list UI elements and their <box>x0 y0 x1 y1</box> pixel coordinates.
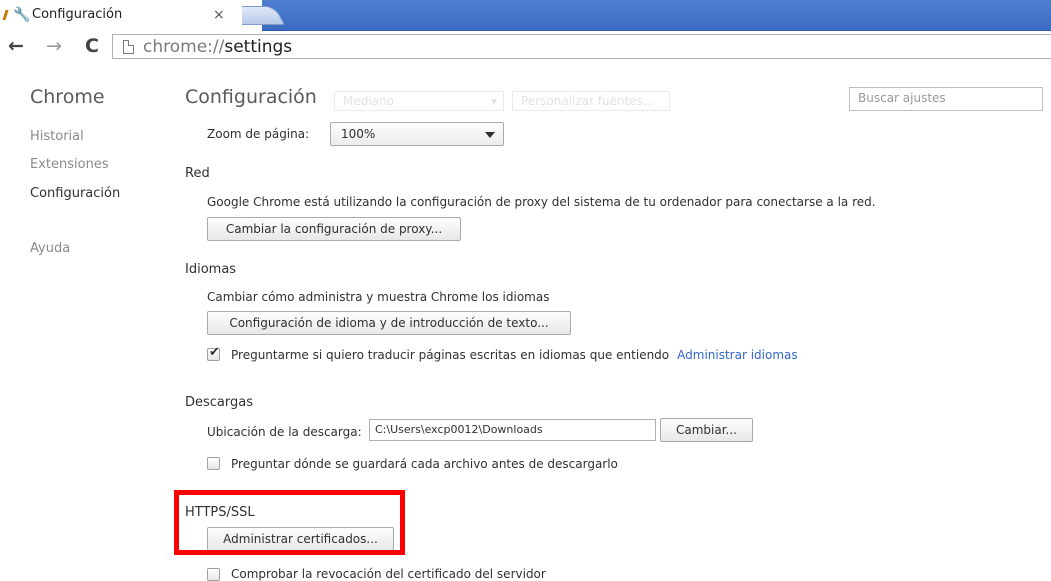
ask-download-location-checkbox[interactable] <box>207 457 220 470</box>
translate-checkbox[interactable]: ✔ <box>207 345 220 361</box>
zoom-label: Zoom de página: <box>207 127 310 141</box>
languages-section-title: Idiomas <box>185 262 237 277</box>
downloads-section-title: Descargas <box>185 395 254 410</box>
chevron-down-icon <box>485 132 495 138</box>
manage-languages-link[interactable]: Administrar idiomas <box>677 348 798 362</box>
font-size-select[interactable]: Mediano <box>334 91 504 111</box>
languages-description: Cambiar cómo administra y muestra Chrome… <box>207 290 550 304</box>
change-proxy-button[interactable]: Cambiar la configuración de proxy... <box>207 217 461 241</box>
certificate-revocation-label: Comprobar la revocación del certificado … <box>231 567 546 581</box>
zoom-value: 100% <box>341 127 376 141</box>
certificate-revocation-checkbox[interactable] <box>207 568 220 581</box>
download-location-label: Ubicación de la descarga: <box>207 425 362 439</box>
highlight-annotation-box <box>174 490 405 555</box>
language-settings-button[interactable]: Configuración de idioma y de introducció… <box>207 311 571 335</box>
customize-fonts-button[interactable]: Personalizar fuentes... <box>512 91 670 111</box>
checkmark-icon: ✔ <box>209 345 220 360</box>
network-section-title: Red <box>185 166 210 181</box>
ask-download-location-label: Preguntar dónde se guardará cada archivo… <box>231 457 618 471</box>
change-download-location-button[interactable]: Cambiar... <box>660 418 753 442</box>
search-settings-box <box>849 87 1043 111</box>
zoom-select[interactable]: 100% <box>330 122 504 146</box>
translate-option: Preguntarme si quiero traducir páginas e… <box>231 347 798 363</box>
search-input[interactable] <box>858 91 1042 105</box>
settings-main: Configuración Mediano Personalizar fuent… <box>0 0 1051 581</box>
translate-checkbox-label: Preguntarme si quiero traducir páginas e… <box>231 348 670 362</box>
page-title: Configuración <box>185 86 317 108</box>
download-location-field[interactable]: C:\Users\excp0012\Downloads <box>369 419 656 441</box>
network-description: Google Chrome está utilizando la configu… <box>207 195 876 209</box>
